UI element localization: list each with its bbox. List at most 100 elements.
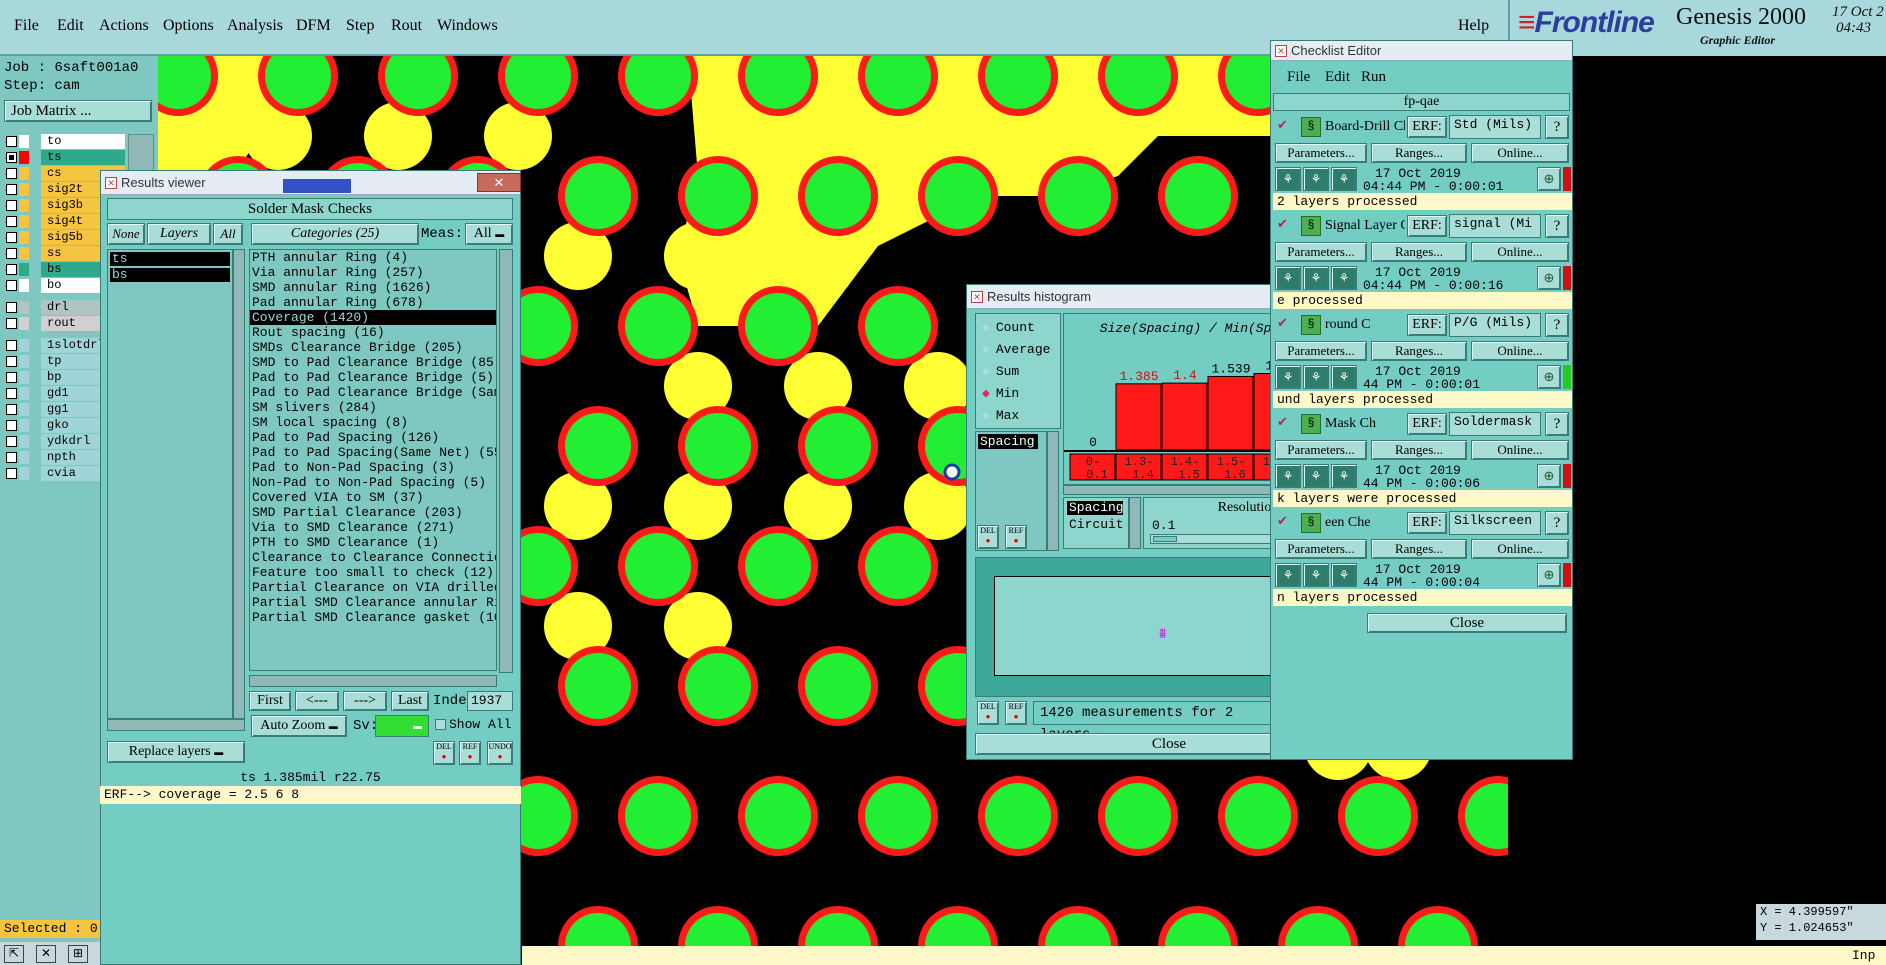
category-item[interactable]: Feature too small to check (12) xyxy=(250,565,496,580)
layer-checkbox[interactable] xyxy=(6,152,17,163)
layer-checkbox[interactable] xyxy=(6,388,17,399)
slider-thumb[interactable] xyxy=(1153,536,1177,542)
check-mark-icon[interactable]: ✔ xyxy=(1277,414,1288,430)
last-button[interactable]: Last xyxy=(391,691,429,711)
layer-color-swatch[interactable] xyxy=(19,231,29,244)
layer-checkbox[interactable] xyxy=(6,452,17,463)
radio-max[interactable]: ◆ Max xyxy=(982,406,1019,426)
layer-color-swatch[interactable] xyxy=(19,419,29,432)
erf-field[interactable]: signal (Mi xyxy=(1449,214,1541,238)
category-item[interactable]: SMD Partial Clearance (203) xyxy=(250,505,496,520)
options-scrollbar[interactable] xyxy=(1129,497,1141,549)
layer-select-list[interactable]: ts bs xyxy=(107,249,233,719)
category-item[interactable]: Pad to Pad Clearance Bridge (Same xyxy=(250,385,496,400)
layer-checkbox[interactable] xyxy=(6,436,17,447)
run-icon[interactable]: ⚘ xyxy=(1275,266,1301,290)
layer-name[interactable]: to xyxy=(41,134,125,149)
layer-color-swatch[interactable] xyxy=(19,135,29,148)
menu-dfm[interactable]: DFM xyxy=(296,17,331,35)
replace-layers-dropdown[interactable]: Replace layers ▬ xyxy=(107,741,245,763)
layer-checkbox[interactable] xyxy=(6,232,17,243)
online-button[interactable]: Online... xyxy=(1471,242,1569,262)
radio-sum[interactable]: ◆ Sum xyxy=(982,362,1019,382)
category-item[interactable]: Covered VIA to SM (37) xyxy=(250,490,496,505)
zoom-icon[interactable]: ⊕ xyxy=(1537,563,1561,587)
category-item[interactable]: SM slivers (284) xyxy=(250,400,496,415)
radio-count[interactable]: ◆ Count xyxy=(982,318,1035,338)
layer-color-swatch[interactable] xyxy=(19,167,29,180)
layer-color-swatch[interactable] xyxy=(19,301,29,314)
online-button[interactable]: Online... xyxy=(1471,539,1569,559)
ranges-button[interactable]: Ranges... xyxy=(1371,440,1467,460)
run-icon[interactable]: ⚘ xyxy=(1303,167,1329,191)
layer-color-swatch[interactable] xyxy=(19,279,29,292)
checklist-menu-run[interactable]: Run xyxy=(1361,69,1386,86)
online-button[interactable]: Online... xyxy=(1471,143,1569,163)
layer-color-swatch[interactable] xyxy=(19,403,29,416)
check-mark-icon[interactable]: ✔ xyxy=(1277,315,1288,331)
ref-button[interactable]: REF ● xyxy=(459,741,481,765)
run-icon[interactable]: ⚘ xyxy=(1331,167,1357,191)
run-icon[interactable]: ⚘ xyxy=(1275,365,1301,389)
run-icon[interactable]: ⚘ xyxy=(1275,563,1301,587)
zoom-icon[interactable]: ⊕ xyxy=(1537,266,1561,290)
help-button[interactable]: ? xyxy=(1545,115,1569,139)
menu-actions[interactable]: Actions xyxy=(99,17,149,35)
layer-checkbox[interactable] xyxy=(6,420,17,431)
menu-edit[interactable]: Edit xyxy=(57,17,84,35)
check-mark-icon[interactable]: ✔ xyxy=(1277,513,1288,529)
category-item[interactable]: Coverage (1420) xyxy=(250,310,496,325)
run-icon[interactable]: ⚘ xyxy=(1275,464,1301,488)
radio-min[interactable]: ◆ Min xyxy=(982,384,1019,404)
layers-button[interactable]: Layers xyxy=(147,223,211,245)
layer-checkbox[interactable] xyxy=(6,264,17,275)
layer-select-item[interactable]: bs xyxy=(110,268,230,282)
all-button[interactable]: All xyxy=(213,223,243,245)
ranges-button[interactable]: Ranges... xyxy=(1371,242,1467,262)
results-viewer-titlebar[interactable]: ✕ Results viewer ✕ xyxy=(101,171,521,195)
menu-file[interactable]: File xyxy=(14,17,39,35)
categories-button[interactable]: Categories (25) xyxy=(251,223,419,245)
layer-select-item[interactable]: ts xyxy=(110,252,230,266)
none-button[interactable]: None xyxy=(107,223,145,245)
next-button[interactable]: ---> xyxy=(343,691,387,711)
layer-checkbox[interactable] xyxy=(6,184,17,195)
cross-icon[interactable]: ✕ xyxy=(36,945,56,963)
category-list[interactable]: PTH annular Ring (4) Via annular Ring (25… xyxy=(249,249,497,671)
run-icon[interactable]: ⚘ xyxy=(1331,365,1357,389)
layer-color-swatch[interactable] xyxy=(19,263,29,276)
layer-checkbox[interactable] xyxy=(6,280,17,291)
run-icon[interactable]: ⚘ xyxy=(1303,464,1329,488)
auto-zoom-dropdown[interactable]: Auto Zoom ▬ xyxy=(251,715,347,737)
layer-color-swatch[interactable] xyxy=(19,467,29,480)
layer-color-swatch[interactable] xyxy=(19,183,29,196)
checklist-close-button[interactable]: Close xyxy=(1367,613,1567,633)
layer-color-swatch[interactable] xyxy=(19,151,29,164)
category-item[interactable]: SMD annular Ring (1626) xyxy=(250,280,496,295)
category-item[interactable]: Pad to Pad Clearance Bridge (5) xyxy=(250,370,496,385)
layer-checkbox[interactable] xyxy=(6,404,17,415)
help-button[interactable]: ? xyxy=(1545,412,1569,436)
checklist-menu-edit[interactable]: Edit xyxy=(1325,69,1350,86)
layer-color-swatch[interactable] xyxy=(19,199,29,212)
close-icon[interactable]: ✕ xyxy=(477,173,521,192)
layer-color-swatch[interactable] xyxy=(19,339,29,352)
category-item[interactable]: Pad to Pad Spacing(Same Net) (55) xyxy=(250,445,496,460)
menu-rout[interactable]: Rout xyxy=(391,17,422,35)
parameters-button[interactable]: Parameters... xyxy=(1275,341,1367,361)
first-button[interactable]: First xyxy=(249,691,291,711)
online-button[interactable]: Online... xyxy=(1471,341,1569,361)
layer-row-to[interactable]: to xyxy=(6,134,125,149)
category-scrollbar[interactable] xyxy=(499,249,513,673)
run-icon[interactable]: ⚘ xyxy=(1331,464,1357,488)
preview-del-button[interactable]: DEL ● xyxy=(977,701,999,725)
zoom-icon[interactable]: ⊕ xyxy=(1537,167,1561,191)
run-icon[interactable]: ⚘ xyxy=(1303,266,1329,290)
grid-icon[interactable]: ⊞ xyxy=(68,945,88,963)
layer-color-swatch[interactable] xyxy=(19,355,29,368)
category-item[interactable]: Via annular Ring (257) xyxy=(250,265,496,280)
category-item[interactable]: Partial SMD Clearance gasket (10( xyxy=(250,610,496,625)
erf-field[interactable]: P/G (Mils) xyxy=(1449,313,1541,337)
category-item[interactable]: Partial Clearance on VIA drilled xyxy=(250,580,496,595)
check-mark-icon[interactable]: ✔ xyxy=(1277,216,1288,232)
